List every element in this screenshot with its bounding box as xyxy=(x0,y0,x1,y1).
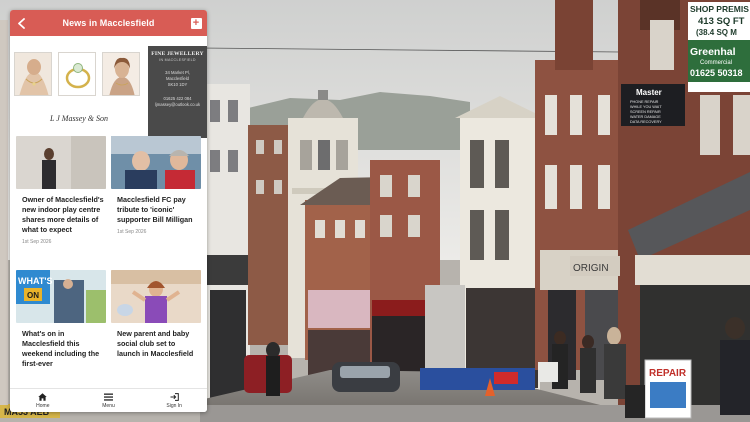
nav-sign-in[interactable]: Sign In xyxy=(141,389,207,412)
page-title: News in Macclesfield xyxy=(62,18,155,28)
news-card[interactable]: WHAT'S ON What's on in Macclesfield this… xyxy=(16,270,106,369)
back-button[interactable] xyxy=(10,10,32,36)
article-title: Macclesfield FC pay tribute to 'iconic' … xyxy=(117,195,193,224)
svg-text:(38.4 SQ M: (38.4 SQ M xyxy=(696,28,737,37)
shop-subtitle: IN MACCLESFIELD xyxy=(159,58,196,62)
ring-photo xyxy=(58,52,96,96)
article-image xyxy=(111,136,201,189)
advert-images: L J Massey & Son xyxy=(10,46,148,138)
sign-in-icon xyxy=(170,392,179,401)
article-image: WHAT'S ON xyxy=(16,270,106,323)
svg-text:ON: ON xyxy=(27,291,39,300)
shop-premises-sign: SHOP PREMIS xyxy=(690,4,749,14)
shop-name: FINE JEWELLERY xyxy=(151,51,204,57)
repair-board: REPAIR xyxy=(649,368,687,379)
article-image xyxy=(111,270,201,323)
add-button[interactable]: + xyxy=(185,10,207,36)
nav-home-label: Home xyxy=(36,402,50,409)
nav-sign-in-label: Sign In xyxy=(166,402,182,409)
news-card[interactable]: Owner of Macclesfield's new indoor play … xyxy=(16,136,106,245)
app-header: News in Macclesfield + xyxy=(10,10,207,36)
plus-square-icon: + xyxy=(190,17,202,29)
article-title: New parent and baby social club set to l… xyxy=(117,329,194,358)
news-card[interactable]: New parent and baby social club set to l… xyxy=(111,270,201,359)
jeweller-advert[interactable]: L J Massey & Son FINE JEWELLERY IN MACCL… xyxy=(10,46,207,138)
nav-menu[interactable]: Menu xyxy=(76,389,142,412)
bottom-nav: Home Menu Sign In xyxy=(10,388,207,412)
whats-on-text: WHAT'S xyxy=(18,276,52,286)
svg-text:413 SQ FT: 413 SQ FT xyxy=(698,16,745,27)
nav-menu-label: Menu xyxy=(102,402,115,409)
news-app-panel: News in Macclesfield + L J Massey & Son … xyxy=(10,10,207,412)
shop-address: 34 Market Pl, Macclesfield SK10 1DY xyxy=(165,70,190,87)
article-date: 1st Sep 2026 xyxy=(117,229,147,235)
svg-text:SCREEN REPAIR: SCREEN REPAIR xyxy=(630,110,661,114)
svg-text:Commercial: Commercial xyxy=(700,60,732,66)
model-photo xyxy=(102,52,140,96)
shop-contact: 01625 422 084 ljmassey@outlook.co.uk xyxy=(154,96,201,107)
article-title: What's on in Macclesfield this weekend i… xyxy=(22,329,100,368)
article-title: Owner of Macclesfield's new indoor play … xyxy=(22,195,104,234)
svg-text:PHONE REPAIR: PHONE REPAIR xyxy=(630,100,659,104)
advert-shop-info: FINE JEWELLERY IN MACCLESFIELD 34 Market… xyxy=(148,46,207,138)
necklace-photo xyxy=(14,52,52,96)
article-date: 1st Sep 2026 xyxy=(22,239,52,245)
hamburger-menu-icon xyxy=(104,393,113,401)
news-card[interactable]: Macclesfield FC pay tribute to 'iconic' … xyxy=(111,136,201,235)
svg-text:WHILE YOU WAIT: WHILE YOU WAIT xyxy=(630,105,662,109)
chevron-left-icon xyxy=(17,17,25,29)
svg-text:Greenhal: Greenhal xyxy=(690,46,736,58)
advert-logo: L J Massey & Son xyxy=(49,114,109,123)
phone-master-sign: Master xyxy=(636,88,662,97)
home-icon xyxy=(38,392,48,401)
article-image xyxy=(16,136,106,189)
svg-text:WATER DAMAGE: WATER DAMAGE xyxy=(630,115,661,119)
svg-text:ORIGIN: ORIGIN xyxy=(573,263,609,274)
nav-home[interactable]: Home xyxy=(10,389,76,412)
svg-text:01625 50318: 01625 50318 xyxy=(690,68,743,78)
svg-text:DATA RECOVERY: DATA RECOVERY xyxy=(630,120,662,124)
